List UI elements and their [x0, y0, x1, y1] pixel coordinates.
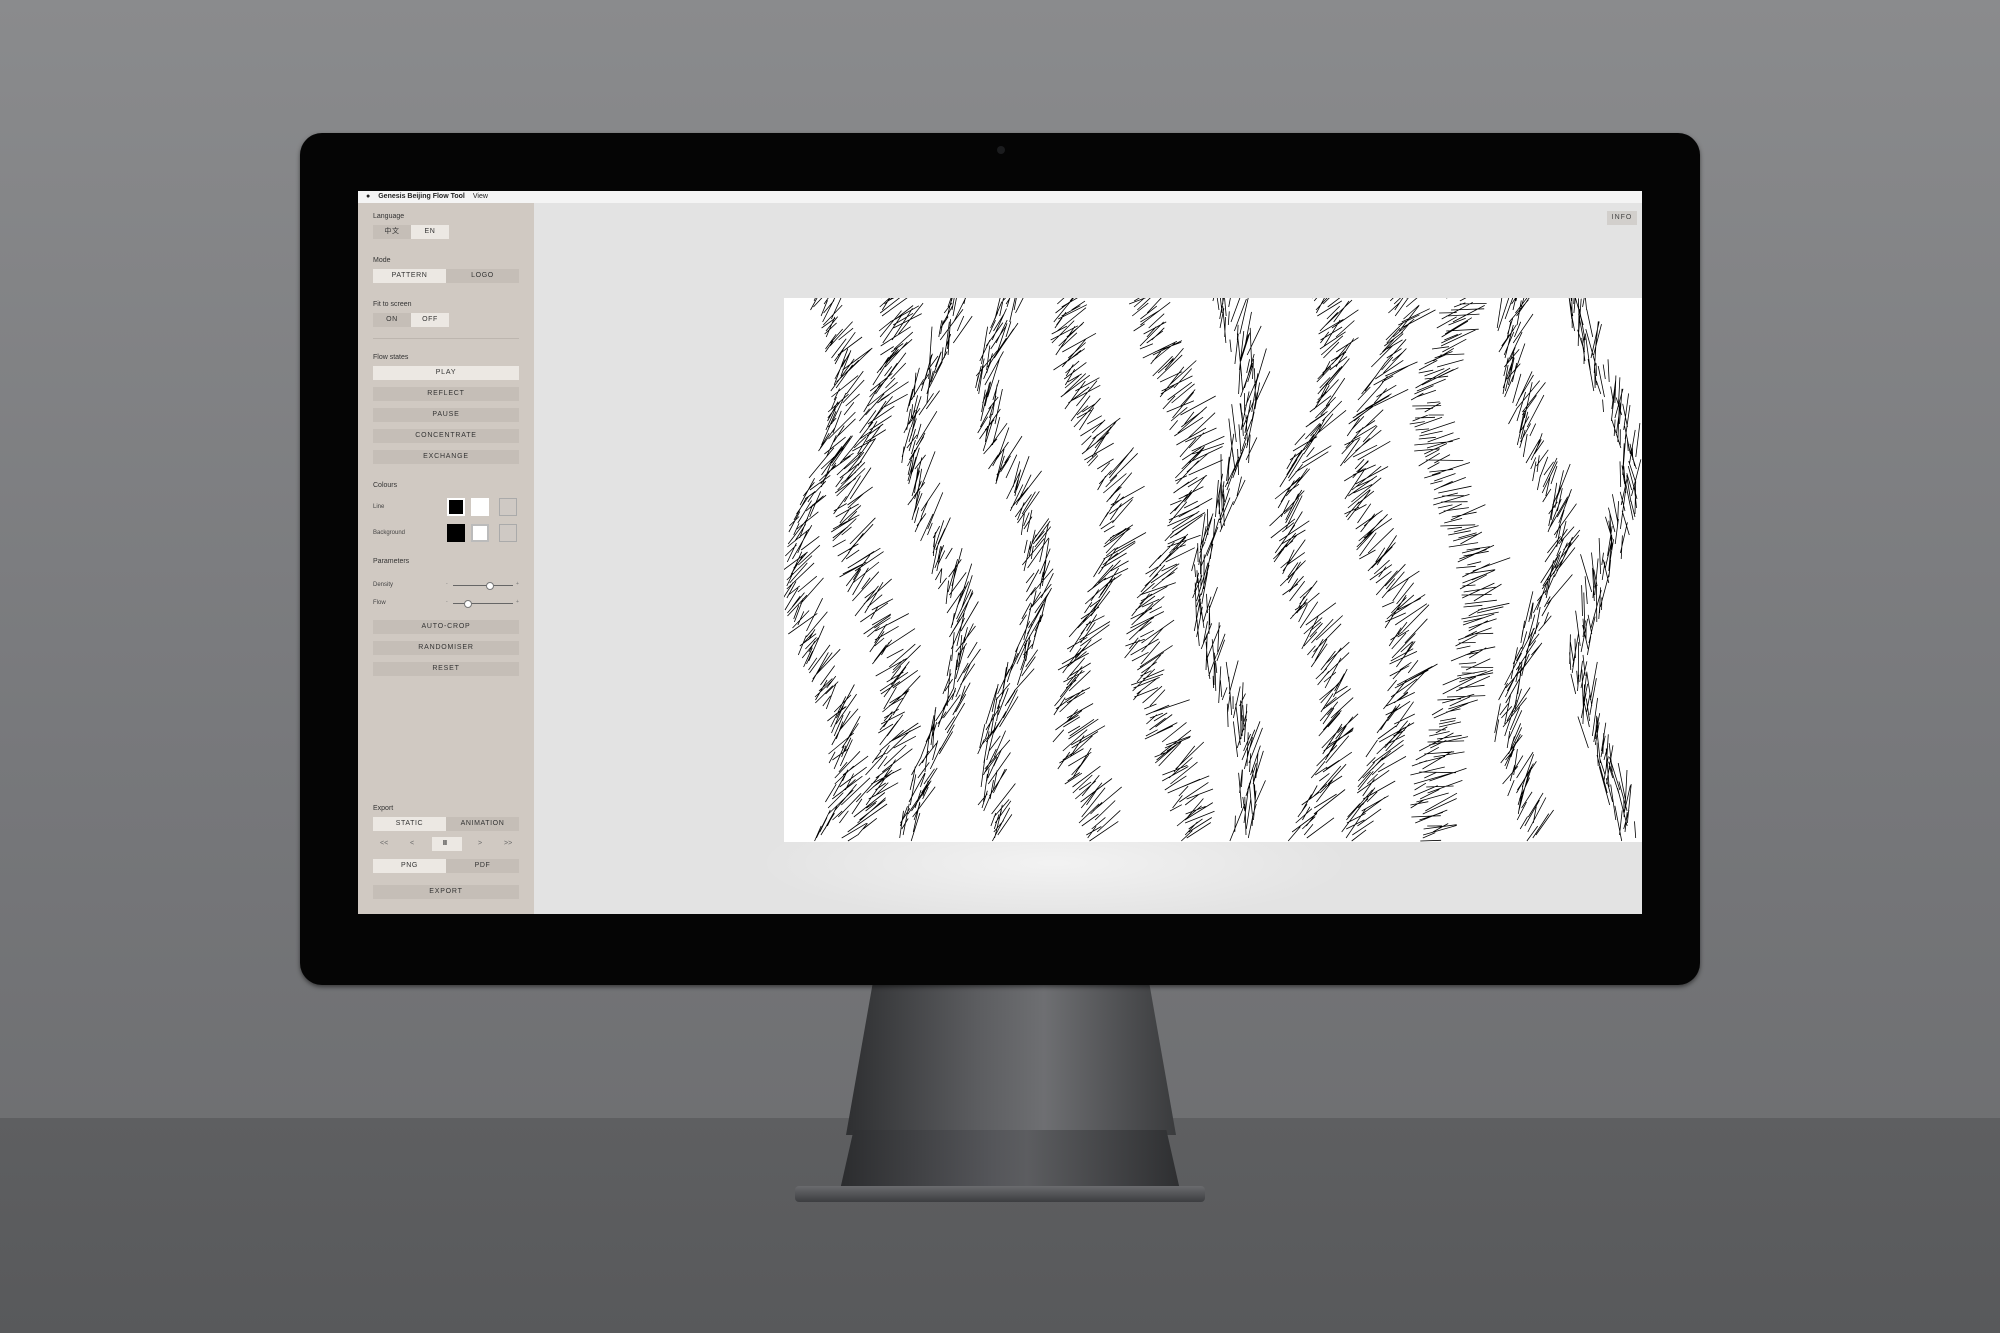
background-swatch-black[interactable] — [447, 524, 465, 542]
export-type-toggle: STATIC ANIMATION — [373, 817, 519, 831]
line-colour-label: Line — [373, 504, 385, 510]
menu-bar: ● Genesis Beijing Flow Tool View — [358, 191, 1642, 203]
parameters-heading: Parameters — [373, 558, 410, 565]
density-minus[interactable]: - — [446, 581, 448, 587]
step-forward-icon[interactable]: > — [478, 840, 482, 847]
flow-play-button[interactable]: PLAY — [373, 366, 519, 380]
mode-option-logo[interactable]: LOGO — [446, 269, 519, 283]
language-heading: Language — [373, 213, 405, 220]
colours-heading: Colours — [373, 482, 398, 489]
density-label: Density — [373, 582, 394, 588]
export-heading: Export — [373, 805, 394, 812]
flow-reflect-button[interactable]: REFLECT — [373, 387, 519, 401]
line-swatch-white[interactable] — [471, 498, 489, 516]
fit-to-screen-toggle: ON OFF — [373, 313, 449, 327]
monitor-foot — [795, 1186, 1205, 1202]
apple-icon[interactable]: ● — [366, 191, 370, 203]
fast-forward-icon[interactable]: >> — [504, 840, 512, 847]
export-format-toggle: PNG PDF — [373, 859, 519, 873]
export-animation-option[interactable]: ANIMATION — [446, 817, 519, 831]
fit-to-screen-heading: Fit to screen — [373, 301, 412, 308]
flow-minus[interactable]: - — [446, 599, 448, 605]
flow-canvas[interactable] — [784, 298, 1642, 842]
format-png-option[interactable]: PNG — [373, 859, 446, 873]
flow-label: Flow — [373, 600, 386, 606]
language-option-en[interactable]: EN — [411, 225, 449, 239]
mode-toggle: PATTERN LOGO — [373, 269, 519, 283]
monitor-stand-base — [840, 1130, 1180, 1190]
randomiser-button[interactable]: RANDOMISER — [373, 641, 519, 655]
flow-slider-knob[interactable] — [464, 600, 472, 608]
flow-strokes — [784, 298, 1642, 842]
fit-option-on[interactable]: ON — [373, 313, 411, 327]
export-button[interactable]: EXPORT — [373, 885, 519, 899]
format-pdf-option[interactable]: PDF — [446, 859, 519, 873]
auto-crop-button[interactable]: AUTO-CROP — [373, 620, 519, 634]
camera-icon — [997, 146, 1005, 154]
info-button[interactable]: INFO — [1607, 211, 1637, 225]
flow-states-heading: Flow states — [373, 354, 409, 361]
flow-pattern-art — [784, 298, 1642, 842]
menu-view[interactable]: View — [473, 191, 488, 203]
background-colour-label: Background — [373, 530, 406, 536]
pause-icon: II — [443, 840, 447, 847]
language-toggle: 中文 EN — [373, 225, 449, 239]
app-title-menu[interactable]: Genesis Beijing Flow Tool — [378, 191, 465, 203]
line-swatch-custom[interactable] — [499, 498, 517, 516]
reset-button[interactable]: RESET — [373, 662, 519, 676]
fit-option-off[interactable]: OFF — [411, 313, 449, 327]
monitor-stand — [846, 985, 1176, 1135]
divider — [373, 338, 519, 339]
flow-concentrate-button[interactable]: CONCENTRATE — [373, 429, 519, 443]
control-sidebar: Language 中文 EN Mode PATTERN LOGO Fit to … — [358, 203, 534, 914]
mode-option-pattern[interactable]: PATTERN — [373, 269, 446, 283]
mode-heading: Mode — [373, 257, 391, 264]
background-swatch-custom[interactable] — [499, 524, 517, 542]
pause-control[interactable]: II — [432, 837, 462, 851]
density-plus[interactable]: + — [516, 581, 519, 587]
export-static-option[interactable]: STATIC — [373, 817, 446, 831]
flow-exchange-button[interactable]: EXCHANGE — [373, 450, 519, 464]
flow-plus[interactable]: + — [516, 599, 519, 605]
monitor-screen: ● Genesis Beijing Flow Tool View Languag… — [358, 191, 1642, 914]
flow-slider[interactable] — [453, 600, 513, 608]
rewind-icon[interactable]: << — [380, 840, 388, 847]
step-back-icon[interactable]: < — [410, 840, 414, 847]
density-slider[interactable] — [453, 582, 513, 590]
language-option-zh[interactable]: 中文 — [373, 225, 411, 239]
line-swatch-black[interactable] — [447, 498, 465, 516]
background-swatch-white[interactable] — [471, 524, 489, 542]
flow-pause-button[interactable]: PAUSE — [373, 408, 519, 422]
density-slider-knob[interactable] — [486, 582, 495, 590]
workspace — [534, 203, 1642, 914]
